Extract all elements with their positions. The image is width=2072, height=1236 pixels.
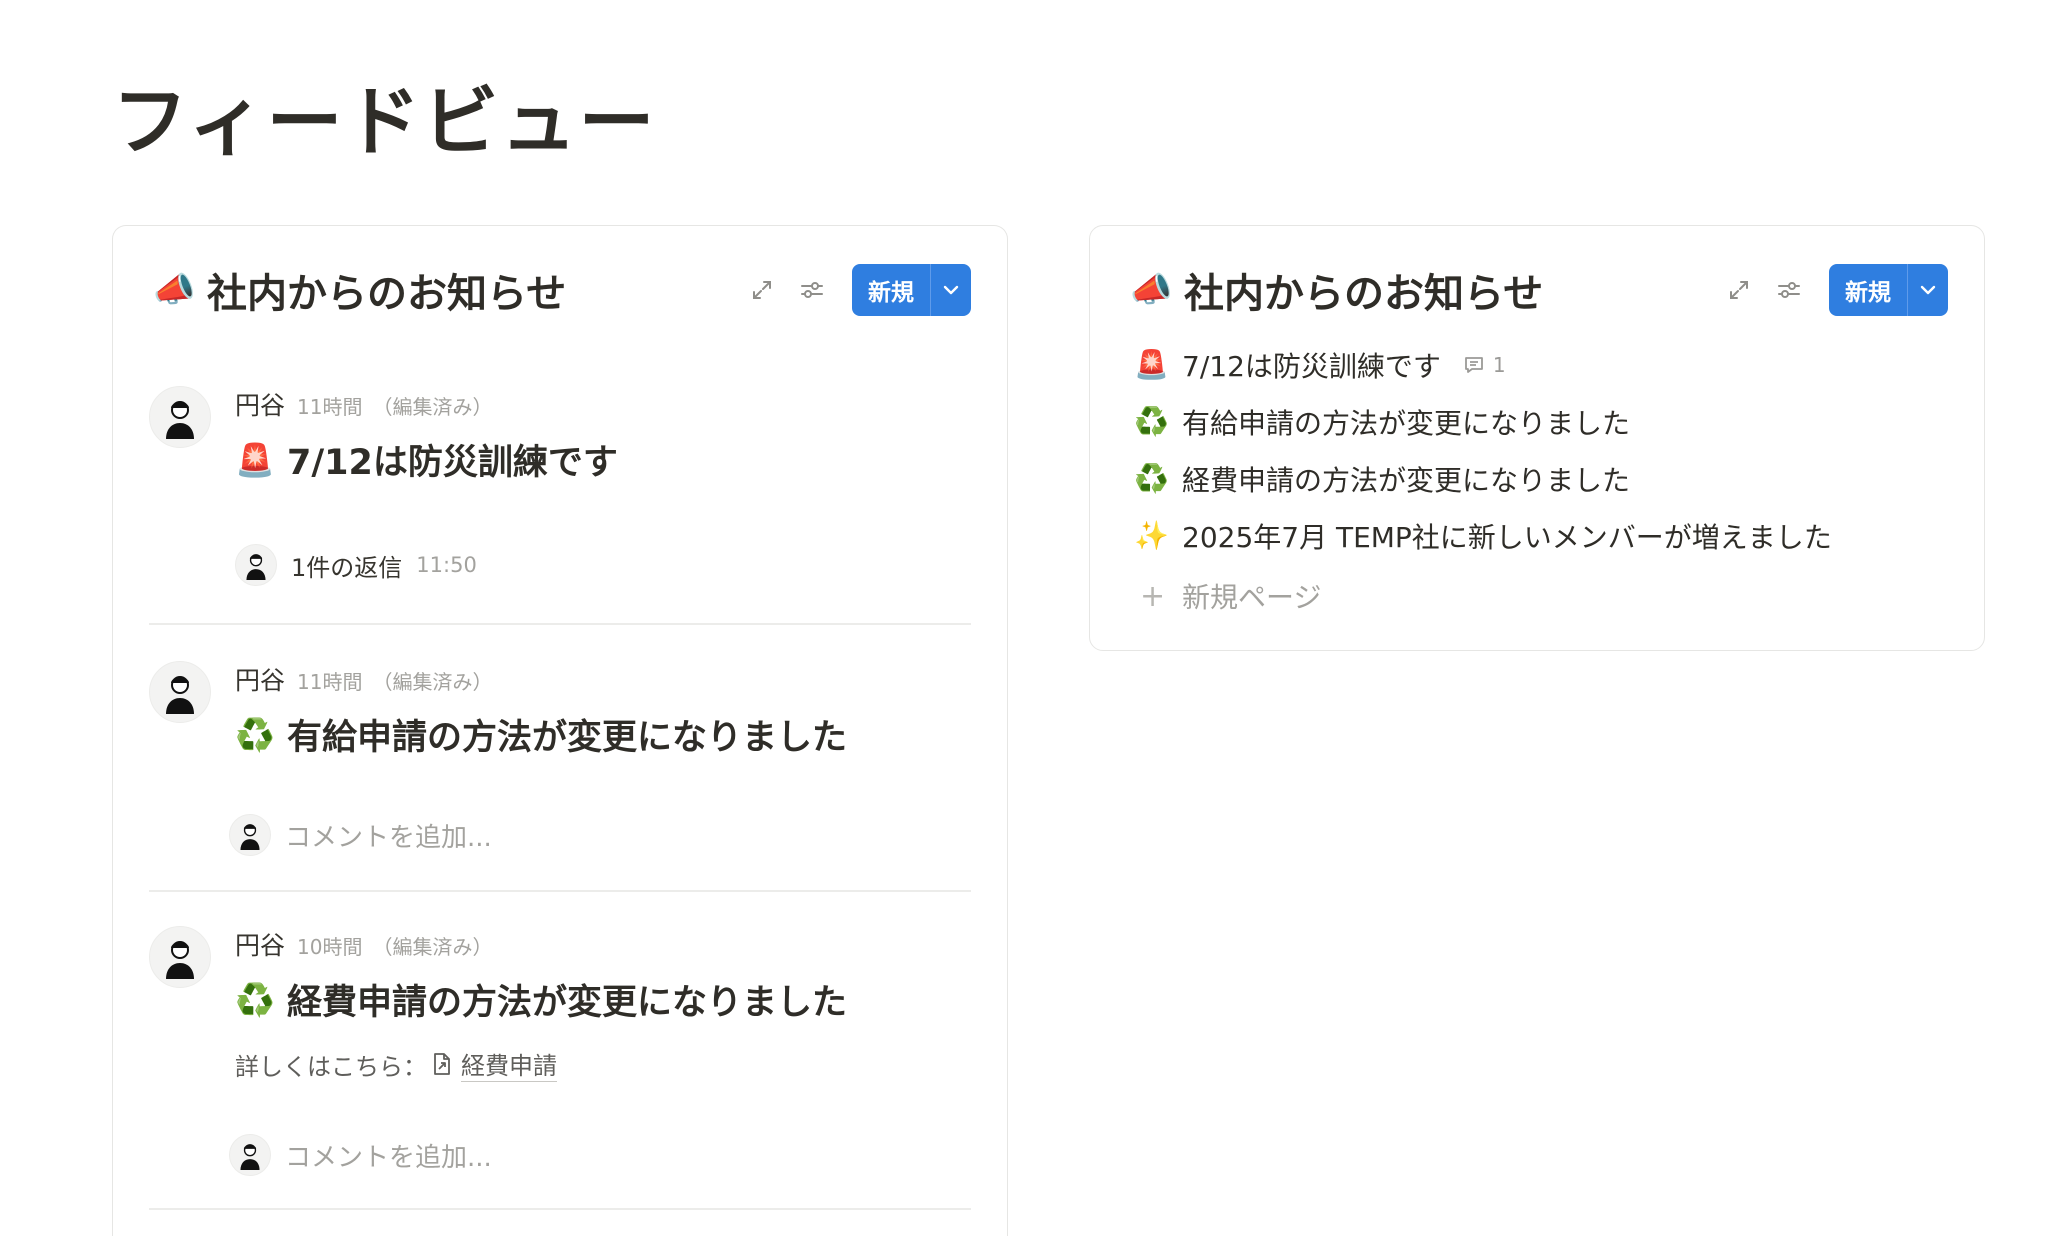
reply-avatar — [235, 544, 277, 586]
new-button-label[interactable]: 新規 — [1829, 264, 1908, 316]
edited-label: （編集済み） — [372, 935, 493, 959]
megaphone-icon: 📣 — [153, 270, 196, 310]
page-list: 🚨 7/12は防災訓練です 1 ♻️ 有給申請の方法が変更になりました ♻️ 経… — [1134, 336, 1948, 628]
avatar — [149, 661, 211, 723]
divider — [149, 1208, 971, 1210]
chevron-down-icon[interactable] — [1908, 264, 1948, 316]
commenter-avatar — [229, 1134, 271, 1176]
new-page-button[interactable]: + 新規ページ — [1134, 564, 1948, 628]
detail-link[interactable]: 経費申請 — [461, 1046, 557, 1082]
new-page-label[interactable]: 新規ページ — [1182, 576, 1321, 616]
author-name: 円谷 — [235, 391, 286, 420]
feed-panel: 📣 社内からのお知らせ 新規 円谷 11時間 （編集済み） 🚨 7/12は防災訓… — [112, 225, 1008, 1236]
list-item[interactable]: ♻️ 有給申請の方法が変更になりました — [1134, 393, 1948, 450]
commenter-avatar — [229, 814, 271, 856]
item-meta: 円谷 11時間 （編集済み） — [235, 386, 492, 422]
item-title[interactable]: ♻️ 経費申請の方法が変更になりました — [235, 974, 847, 1025]
feed-item[interactable]: 円谷 10時間 （編集済み） ♻️ 経費申請の方法が変更になりました 詳しくはこ… — [149, 926, 971, 1186]
expand-icon[interactable] — [1717, 268, 1761, 312]
reply-count[interactable]: 1件の返信 — [291, 548, 402, 583]
page-link-icon — [434, 1053, 450, 1075]
chevron-down-icon[interactable] — [931, 264, 971, 316]
detail-prefix: 詳しくはこちら： — [235, 1052, 427, 1081]
author-name: 円谷 — [235, 931, 286, 960]
sparkles-icon: ✨ — [1134, 519, 1169, 552]
new-button[interactable]: 新規 — [852, 264, 971, 316]
new-button[interactable]: 新規 — [1829, 264, 1948, 316]
list-panel-title[interactable]: 社内からのお知らせ — [1184, 261, 1711, 319]
list-item-title[interactable]: 7/12は防災訓練です — [1182, 345, 1441, 385]
page: フィードビュー 📣 社内からのお知らせ 新規 円谷 11時間 （編集済み） 🚨 … — [0, 0, 2072, 1236]
item-title[interactable]: ♻️ 有給申請の方法が変更になりました — [235, 709, 847, 760]
recycle-icon: ♻️ — [1134, 405, 1169, 438]
list-item[interactable]: ♻️ 経費申請の方法が変更になりました — [1134, 450, 1948, 507]
item-meta: 円谷 11時間 （編集済み） — [235, 661, 492, 697]
megaphone-icon: 📣 — [1130, 270, 1173, 310]
author-name: 円谷 — [235, 666, 286, 695]
comment-input[interactable]: コメントを追加... — [229, 814, 492, 856]
siren-icon: 🚨 — [235, 440, 275, 479]
settings-sliders-icon[interactable] — [1767, 268, 1811, 312]
edited-label: （編集済み） — [372, 670, 493, 694]
list-panel-header: 📣 社内からのお知らせ 新規 — [1130, 262, 1948, 318]
item-title-text[interactable]: 7/12は防災訓練です — [287, 434, 618, 485]
reply-time: 11:50 — [416, 553, 477, 577]
item-body: 詳しくはこちら： 経費申請 — [235, 1046, 557, 1082]
expand-icon[interactable] — [740, 268, 784, 312]
list-item-title[interactable]: 有給申請の方法が変更になりました — [1182, 402, 1630, 442]
recycle-icon: ♻️ — [235, 980, 275, 1019]
list-item[interactable]: 🚨 7/12は防災訓練です 1 — [1134, 336, 1948, 393]
divider — [149, 890, 971, 892]
feed-item[interactable]: 円谷 11時間 （編集済み） 🚨 7/12は防災訓練です 1件の返信 11:50 — [149, 386, 971, 586]
comment-icon — [1464, 356, 1483, 373]
avatar — [149, 926, 211, 988]
divider — [149, 623, 971, 625]
page-title: フィードビュー — [112, 77, 657, 166]
item-title-text[interactable]: 経費申請の方法が変更になりました — [287, 974, 847, 1025]
edited-label: （編集済み） — [372, 395, 493, 419]
timestamp: 11時間 — [297, 395, 363, 419]
comment-count-badge[interactable]: 1 — [1463, 353, 1506, 377]
feed-panel-title[interactable]: 社内からのお知らせ — [207, 261, 734, 319]
avatar — [149, 386, 211, 448]
plus-icon: + — [1140, 578, 1166, 614]
feed-panel-header: 📣 社内からのお知らせ 新規 — [153, 262, 971, 318]
recycle-icon: ♻️ — [235, 715, 275, 754]
timestamp: 11時間 — [297, 670, 363, 694]
comment-input[interactable]: コメントを追加... — [229, 1134, 492, 1176]
settings-sliders-icon[interactable] — [790, 268, 834, 312]
timestamp: 10時間 — [297, 935, 363, 959]
item-meta: 円谷 10時間 （編集済み） — [235, 926, 492, 962]
list-item-title[interactable]: 2025年7月 TEMP社に新しいメンバーが増えました — [1182, 516, 1832, 556]
list-item-title[interactable]: 経費申請の方法が変更になりました — [1182, 459, 1630, 499]
new-button-label[interactable]: 新規 — [852, 264, 931, 316]
siren-icon: 🚨 — [1134, 348, 1169, 381]
reply-summary[interactable]: 1件の返信 11:50 — [235, 544, 477, 586]
recycle-icon: ♻️ — [1134, 462, 1169, 495]
list-panel: 📣 社内からのお知らせ 新規 🚨 7/12は防災訓練です 1 ♻️ 有給申請の方… — [1089, 225, 1985, 651]
comment-placeholder[interactable]: コメントを追加... — [285, 817, 492, 854]
item-title-text[interactable]: 有給申請の方法が変更になりました — [287, 709, 847, 760]
feed-item[interactable]: 円谷 11時間 （編集済み） ♻️ 有給申請の方法が変更になりました コメントを… — [149, 661, 971, 856]
comment-placeholder[interactable]: コメントを追加... — [285, 1137, 492, 1174]
comment-count: 1 — [1492, 352, 1506, 377]
item-title[interactable]: 🚨 7/12は防災訓練です — [235, 434, 618, 485]
list-item[interactable]: ✨ 2025年7月 TEMP社に新しいメンバーが増えました — [1134, 507, 1948, 564]
